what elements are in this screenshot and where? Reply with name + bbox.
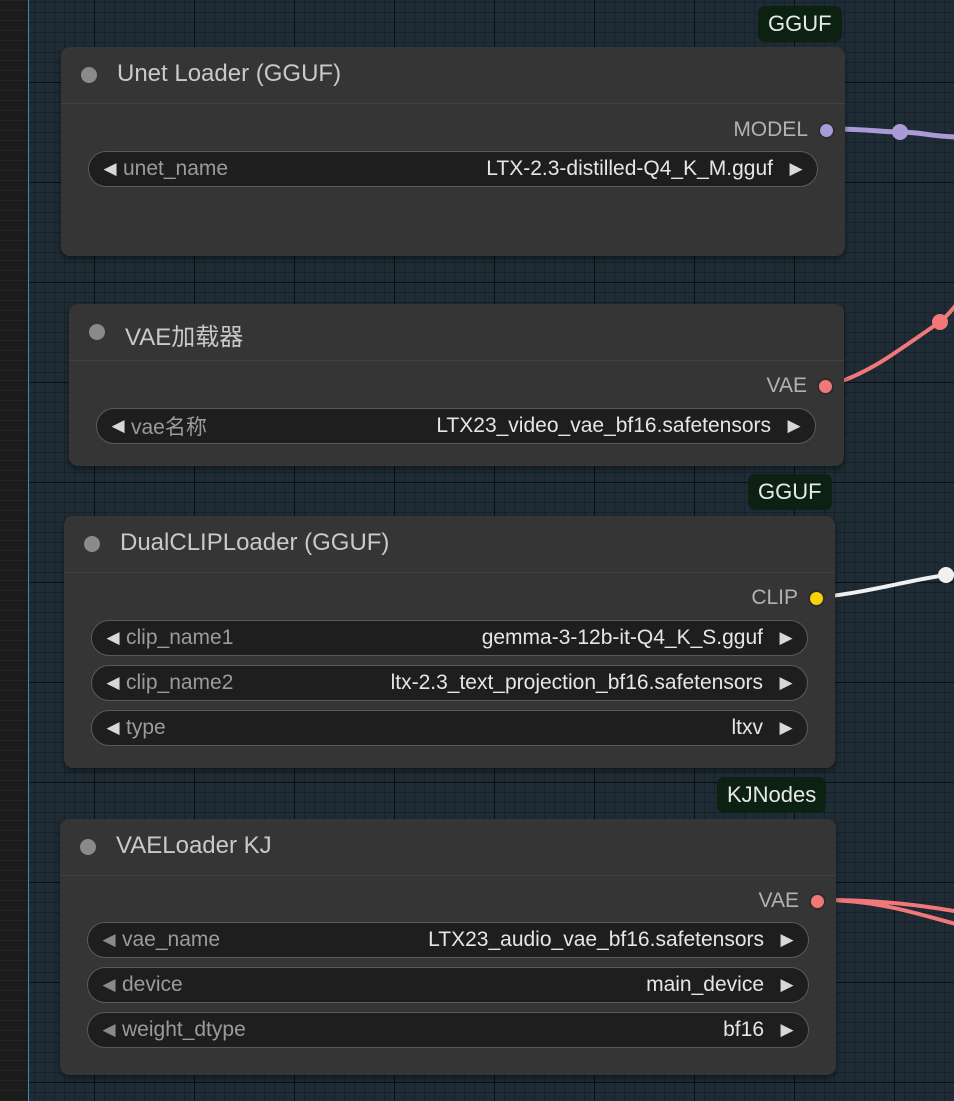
node-title: Unet Loader (GGUF): [117, 60, 342, 87]
node-header[interactable]: VAE加载器: [69, 304, 844, 361]
widget-label: unet_name: [123, 157, 229, 180]
increment-arrow-icon[interactable]: ▶: [773, 718, 799, 738]
widget-label: clip_name1: [126, 626, 234, 649]
widget-label: device: [122, 973, 183, 996]
output-vae[interactable]: VAE: [767, 373, 834, 399]
status-dot-icon[interactable]: [89, 324, 105, 340]
output-slot-icon[interactable]: [818, 121, 835, 139]
output-slot-icon[interactable]: [817, 377, 834, 395]
canvas-left-panel: [0, 0, 29, 1101]
widget-unet-name[interactable]: ◀ unet_name LTX-2.3-distilled-Q4_K_M.ggu…: [88, 151, 818, 187]
badge-kjnodes: KJNodes: [717, 777, 827, 813]
increment-arrow-icon[interactable]: ▶: [774, 1020, 800, 1040]
output-clip[interactable]: CLIP: [751, 585, 825, 611]
model-link-reroute: [892, 124, 908, 140]
widget-value: LTX23_video_vae_bf16.safetensors: [436, 414, 771, 437]
node-header[interactable]: DualCLIPLoader (GGUF): [64, 516, 835, 573]
increment-arrow-icon[interactable]: ▶: [774, 975, 800, 995]
widget-value: gemma-3-12b-it-Q4_K_S.gguf: [481, 626, 763, 649]
output-label: MODEL: [733, 118, 808, 141]
widget-value: LTX-2.3-distilled-Q4_K_M.gguf: [486, 157, 773, 180]
decrement-arrow-icon[interactable]: ◀: [100, 673, 126, 693]
widget-weight-dtype[interactable]: ◀ weight_dtype bf16 ▶: [87, 1012, 809, 1048]
status-dot-icon[interactable]: [80, 839, 96, 855]
widget-clip-name2[interactable]: ◀ clip_name2 ltx-2.3_text_projection_bf1…: [91, 665, 808, 701]
output-model[interactable]: MODEL: [733, 117, 835, 143]
clip-link-reroute: [938, 567, 954, 583]
increment-arrow-icon[interactable]: ▶: [773, 628, 799, 648]
widget-value: bf16: [723, 1018, 764, 1041]
vae-link: [825, 304, 954, 388]
increment-arrow-icon[interactable]: ▶: [774, 930, 800, 950]
widget-vae-name-kj[interactable]: ◀ vae_name LTX23_audio_vae_bf16.safetens…: [87, 922, 809, 958]
node-header[interactable]: Unet Loader (GGUF): [61, 47, 845, 104]
status-dot-icon[interactable]: [81, 67, 97, 83]
widget-value: ltxv: [731, 716, 764, 739]
node-title: VAE加载器: [125, 324, 244, 351]
decrement-arrow-icon[interactable]: ◀: [100, 718, 126, 738]
widget-device[interactable]: ◀ device main_device ▶: [87, 967, 809, 1003]
widget-label: type: [126, 716, 166, 739]
widget-type[interactable]: ◀ type ltxv ▶: [91, 710, 808, 746]
badge-gguf-unet: GGUF: [758, 6, 842, 42]
widget-value: main_device: [646, 973, 764, 996]
decrement-arrow-icon[interactable]: ◀: [100, 628, 126, 648]
status-dot-icon[interactable]: [84, 536, 100, 552]
node-vae-loader[interactable]: VAE加载器 VAE ◀ vae名称 LTX23_video_vae_bf16.…: [69, 304, 844, 466]
widget-vae-name[interactable]: ◀ vae名称 LTX23_video_vae_bf16.safetensors…: [96, 408, 816, 444]
widget-value: ltx-2.3_text_projection_bf16.safetensors: [390, 671, 763, 694]
clip-link: [821, 572, 954, 599]
node-dual-clip-loader[interactable]: DualCLIPLoader (GGUF) CLIP ◀ clip_name1 …: [64, 516, 835, 768]
increment-arrow-icon[interactable]: ▶: [783, 159, 809, 179]
widget-label: clip_name2: [126, 671, 234, 694]
audio-vae-link-2: [821, 898, 954, 926]
decrement-arrow-icon[interactable]: ◀: [96, 1020, 122, 1040]
vae-link-reroute: [932, 314, 948, 330]
badge-gguf-clip: GGUF: [748, 474, 832, 510]
node-vae-loader-kj[interactable]: VAELoader KJ VAE ◀ vae_name LTX23_audio_…: [60, 819, 836, 1075]
increment-arrow-icon[interactable]: ▶: [773, 673, 799, 693]
decrement-arrow-icon[interactable]: ◀: [96, 930, 122, 950]
audio-vae-link-1: [821, 898, 954, 914]
node-title: VAELoader KJ: [116, 832, 272, 859]
node-title: DualCLIPLoader (GGUF): [120, 529, 390, 556]
output-label: VAE: [758, 889, 799, 912]
widget-clip-name1[interactable]: ◀ clip_name1 gemma-3-12b-it-Q4_K_S.gguf …: [91, 620, 808, 656]
output-slot-icon[interactable]: [809, 892, 826, 910]
decrement-arrow-icon[interactable]: ◀: [105, 416, 131, 436]
widget-value: LTX23_audio_vae_bf16.safetensors: [428, 928, 764, 951]
widget-label: vae_name: [122, 928, 221, 951]
output-vae[interactable]: VAE: [759, 888, 826, 914]
node-unet-loader[interactable]: Unet Loader (GGUF) MODEL ◀ unet_name LTX…: [61, 47, 845, 256]
output-slot-icon[interactable]: [808, 589, 825, 607]
widget-label: vae名称: [131, 416, 207, 439]
decrement-arrow-icon[interactable]: ◀: [96, 975, 122, 995]
output-label: VAE: [766, 374, 807, 397]
widget-label: weight_dtype: [122, 1018, 246, 1041]
model-link: [829, 126, 954, 140]
increment-arrow-icon[interactable]: ▶: [781, 416, 807, 436]
output-label: CLIP: [751, 586, 798, 609]
decrement-arrow-icon[interactable]: ◀: [97, 159, 123, 179]
node-header[interactable]: VAELoader KJ: [60, 819, 836, 876]
